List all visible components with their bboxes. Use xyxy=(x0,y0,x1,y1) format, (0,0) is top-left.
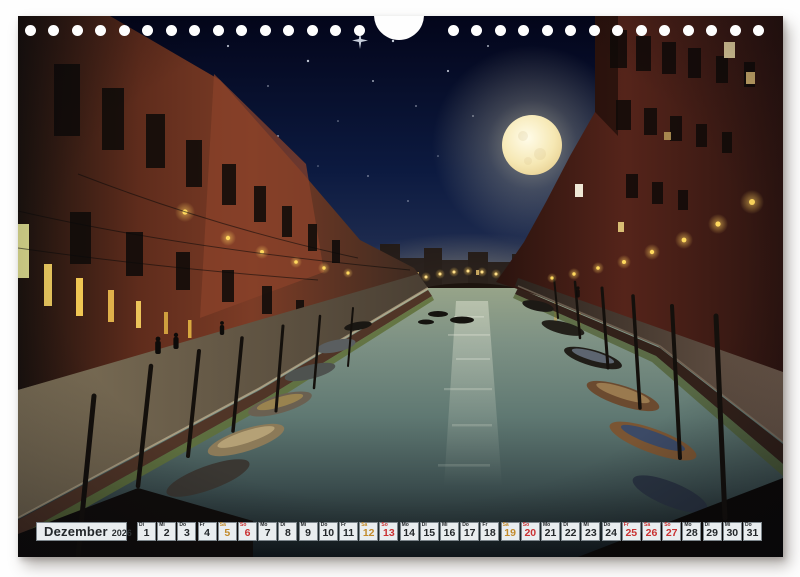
day-number: 25 xyxy=(623,528,640,539)
punch-hole xyxy=(448,25,459,36)
day-cell-4: Fr4 xyxy=(198,522,217,541)
punch-hole xyxy=(119,25,130,36)
day-cell-24: Do24 xyxy=(602,522,621,541)
day-number: 10 xyxy=(320,528,337,539)
day-number: 19 xyxy=(502,528,519,539)
day-number: 29 xyxy=(704,528,721,539)
day-number: 21 xyxy=(542,528,559,539)
day-number: 16 xyxy=(441,528,458,539)
calendar-product-shot: Dezember 2026 Di1Mi2Do3Fr4Sa5So6Mo7Di8Mi… xyxy=(0,0,800,577)
punch-hole xyxy=(307,25,318,36)
punch-hole xyxy=(612,25,623,36)
punch-hole xyxy=(48,25,59,36)
calendar-page: Dezember 2026 Di1Mi2Do3Fr4Sa5So6Mo7Di8Mi… xyxy=(18,16,783,557)
punch-hole xyxy=(142,25,153,36)
day-cell-20: So20 xyxy=(521,522,540,541)
day-number: 12 xyxy=(360,528,377,539)
day-number: 6 xyxy=(239,528,256,539)
day-cell-10: Do10 xyxy=(319,522,338,541)
punch-hole xyxy=(166,25,177,36)
day-cell-1: Di1 xyxy=(137,522,156,541)
punch-hole xyxy=(565,25,576,36)
punch-hole xyxy=(72,25,83,36)
day-cell-31: Do31 xyxy=(743,522,762,541)
day-cell-19: Sa19 xyxy=(501,522,520,541)
punch-hole xyxy=(636,25,647,36)
day-number: 14 xyxy=(401,528,418,539)
day-number: 27 xyxy=(663,528,680,539)
day-number: 8 xyxy=(279,528,296,539)
day-cell-26: Sa26 xyxy=(642,522,661,541)
punch-hole xyxy=(518,25,529,36)
day-cell-18: Fr18 xyxy=(480,522,499,541)
day-cell-12: Sa12 xyxy=(359,522,378,541)
punch-hole xyxy=(330,25,341,36)
day-number: 5 xyxy=(219,528,236,539)
day-cell-28: Mo28 xyxy=(682,522,701,541)
day-number: 15 xyxy=(421,528,438,539)
day-cell-27: So27 xyxy=(662,522,681,541)
day-number: 17 xyxy=(461,528,478,539)
day-number: 1 xyxy=(138,528,155,539)
day-number: 31 xyxy=(744,528,761,539)
day-cell-9: Mi9 xyxy=(299,522,318,541)
punch-hole xyxy=(730,25,741,36)
punch-hole xyxy=(95,25,106,36)
punch-hole xyxy=(706,25,717,36)
day-cell-25: Fr25 xyxy=(622,522,641,541)
day-cell-21: Mo21 xyxy=(541,522,560,541)
day-number: 7 xyxy=(259,528,276,539)
day-number: 26 xyxy=(643,528,660,539)
day-cell-6: So6 xyxy=(238,522,257,541)
punch-hole xyxy=(589,25,600,36)
day-cell-29: Di29 xyxy=(703,522,722,541)
day-number: 2 xyxy=(158,528,175,539)
day-cell-30: Mi30 xyxy=(723,522,742,541)
day-number: 18 xyxy=(481,528,498,539)
calendar-strip: Dezember 2026 Di1Mi2Do3Fr4Sa5So6Mo7Di8Mi… xyxy=(18,522,783,541)
punch-hole xyxy=(659,25,670,36)
day-cell-13: So13 xyxy=(379,522,398,541)
day-number: 4 xyxy=(199,528,216,539)
punch-hole xyxy=(542,25,553,36)
day-cell-16: Mi16 xyxy=(440,522,459,541)
year: 2026 xyxy=(112,526,132,540)
day-cell-15: Di15 xyxy=(420,522,439,541)
day-number: 3 xyxy=(178,528,195,539)
day-number: 20 xyxy=(522,528,539,539)
day-cell-5: Sa5 xyxy=(218,522,237,541)
day-cell-22: Di22 xyxy=(561,522,580,541)
day-cell-14: Mo14 xyxy=(400,522,419,541)
day-cell-17: Do17 xyxy=(460,522,479,541)
month-label: Dezember 2026 xyxy=(36,522,127,541)
punch-hole xyxy=(753,25,764,36)
day-number: 11 xyxy=(340,528,357,539)
day-cell-2: Mi2 xyxy=(157,522,176,541)
photo-venice-night-canal xyxy=(18,16,783,557)
day-number: 24 xyxy=(603,528,620,539)
punch-hole xyxy=(495,25,506,36)
day-cell-11: Fr11 xyxy=(339,522,358,541)
punch-hole xyxy=(471,25,482,36)
punch-hole xyxy=(260,25,271,36)
punch-hole xyxy=(283,25,294,36)
day-cell-7: Mo7 xyxy=(258,522,277,541)
day-cell-3: Do3 xyxy=(177,522,196,541)
month-name: Dezember xyxy=(44,525,108,539)
punch-hole xyxy=(683,25,694,36)
punch-hole xyxy=(213,25,224,36)
punch-hole xyxy=(25,25,36,36)
day-cell-23: Mi23 xyxy=(581,522,600,541)
day-number: 9 xyxy=(300,528,317,539)
day-cell-8: Di8 xyxy=(278,522,297,541)
day-number: 23 xyxy=(582,528,599,539)
punch-hole xyxy=(354,25,365,36)
vignette xyxy=(18,16,783,557)
punch-hole xyxy=(236,25,247,36)
day-number: 28 xyxy=(683,528,700,539)
day-number: 13 xyxy=(380,528,397,539)
punch-hole xyxy=(189,25,200,36)
day-number: 22 xyxy=(562,528,579,539)
day-number: 30 xyxy=(724,528,741,539)
